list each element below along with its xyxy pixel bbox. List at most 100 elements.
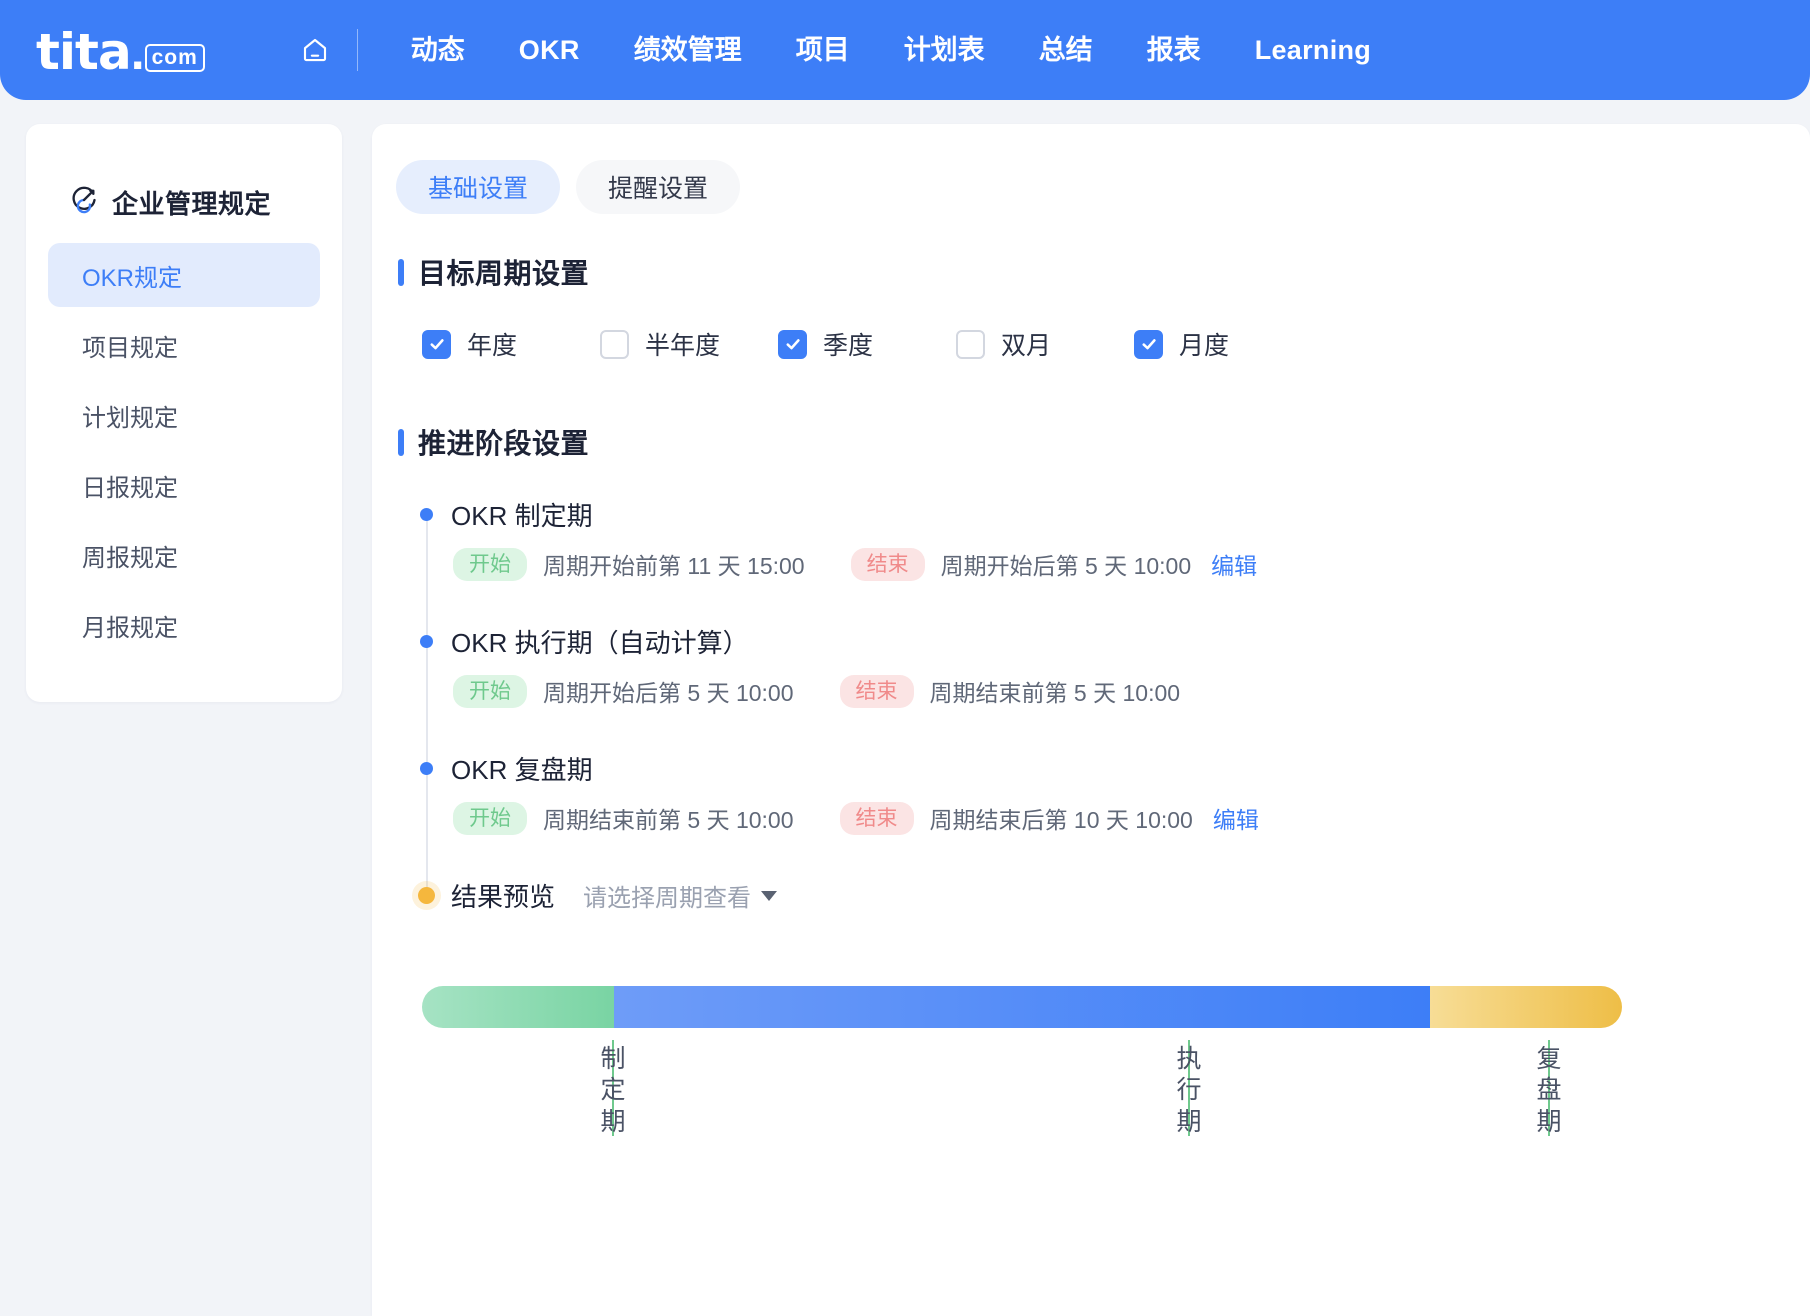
preview-header: 结果预览 请选择周期查看 <box>418 877 1810 914</box>
timeline-dot-current-icon <box>418 887 435 904</box>
phase-name: OKR 执行期（自动计算） <box>451 628 749 658</box>
settings-tab-list: 基础设置 提醒设置 <box>372 160 1810 214</box>
status-badge-end: 结束 <box>839 674 914 708</box>
tab-label: 基础设置 <box>428 175 529 203</box>
gantt-segment-execution <box>614 986 1430 1028</box>
phase-header: OKR 复盘期 <box>420 750 1810 787</box>
gantt-label-row: 制定期 执行期 复盘期 <box>422 1040 1622 1154</box>
gantt-label-text: 复盘期 <box>1536 1045 1562 1136</box>
sidebar-item-monthly-report[interactable]: 月报规定 <box>48 593 320 657</box>
gantt-label-planning: 制定期 <box>590 1040 636 1138</box>
nav-item-summary[interactable]: 总结 <box>1012 36 1120 64</box>
status-badge-end: 结束 <box>839 801 914 835</box>
page-title: 企业管理规定 <box>112 189 272 219</box>
phase-end-text: 周期开始后第 5 天 10:00 <box>940 553 1192 579</box>
chevron-down-icon <box>761 890 778 901</box>
cycle-select-dropdown[interactable]: 请选择周期查看 <box>583 878 778 913</box>
page-body: 企业管理规定 OKR规定 项目规定 计划规定 日报规定 周报规定 月报规定 基础… <box>0 100 1810 1316</box>
tab-basic-settings[interactable]: 基础设置 <box>396 160 561 214</box>
sidebar-header: 企业管理规定 <box>48 184 320 221</box>
gantt-label-text: 制定期 <box>600 1045 626 1136</box>
phase-timeline: OKR 制定期 开始 周期开始前第 11 天 15:00 结束 周期开始后第 5… <box>372 496 1810 914</box>
timeline-dot-icon <box>420 508 433 521</box>
phase-header: OKR 执行期（自动计算） <box>420 623 1810 660</box>
sidebar-item-label: 项目规定 <box>82 334 178 362</box>
gantt-label-text: 执行期 <box>1176 1045 1202 1136</box>
nav-divider <box>356 29 358 71</box>
sidebar-item-label: 日报规定 <box>82 474 178 502</box>
preview-gantt-chart: 制定期 执行期 复盘期 <box>372 986 1810 1154</box>
checkbox-half-yearly[interactable] <box>600 329 629 359</box>
timeline-dot-icon <box>420 762 433 775</box>
nav-item-performance[interactable]: 绩效管理 <box>607 36 769 64</box>
phase-section-title: 推进阶段设置 <box>418 428 590 459</box>
phase-section-header: 推进阶段设置 <box>372 422 1810 462</box>
phase-start-text: 周期开始后第 5 天 10:00 <box>543 680 794 706</box>
preview-title: 结果预览 <box>451 882 556 912</box>
gantt-label-review: 复盘期 <box>1526 1040 1572 1138</box>
nav-item-okr[interactable]: OKR <box>492 36 607 64</box>
phase-item-review: OKR 复盘期 开始 周期结束前第 5 天 10:00 结束 周期结束后第 10… <box>420 750 1810 835</box>
section-accent-bar <box>398 258 404 286</box>
phase-detail-row: 开始 周期结束前第 5 天 10:00 结束 周期结束后第 10 天 10:00… <box>422 801 1810 835</box>
checkbox-quarterly[interactable] <box>778 329 807 359</box>
cycle-option-label: 半年度 <box>645 332 721 360</box>
cycle-option-monthly[interactable]: 月度 <box>1134 326 1312 362</box>
sidebar-item-plan[interactable]: 计划规定 <box>48 383 320 447</box>
cycle-options-row: 年度 半年度 季度 双月 月度 <box>372 326 1810 362</box>
tita-logo[interactable]: tita . com <box>36 19 205 77</box>
logo-wordmark: tita <box>36 23 132 81</box>
nav-item-dongtai[interactable]: 动态 <box>384 36 492 64</box>
checkbox-monthly[interactable] <box>1134 329 1163 359</box>
status-badge-start: 开始 <box>453 801 527 835</box>
cycle-option-bimonthly[interactable]: 双月 <box>956 326 1134 362</box>
edit-link[interactable]: 编辑 <box>1213 801 1259 835</box>
sidebar-item-weekly-report[interactable]: 周报规定 <box>48 523 320 587</box>
checkbox-yearly[interactable] <box>422 329 451 359</box>
logo-com-badge: com <box>144 44 205 72</box>
cycle-option-yearly[interactable]: 年度 <box>422 326 600 362</box>
cycle-select-placeholder: 请选择周期查看 <box>583 885 752 912</box>
cycle-option-label: 双月 <box>1001 332 1052 360</box>
cycle-option-quarterly[interactable]: 季度 <box>778 326 956 362</box>
nav-item-plan[interactable]: 计划表 <box>877 36 1012 64</box>
gantt-segment-review <box>1430 986 1622 1028</box>
cycle-option-label: 季度 <box>823 332 874 360</box>
gantt-bar <box>422 986 1622 1028</box>
target-gauge-icon <box>70 186 98 219</box>
sidebar-item-label: 月报规定 <box>82 614 178 642</box>
tab-reminder-settings[interactable]: 提醒设置 <box>576 160 741 214</box>
nav-item-report[interactable]: 报表 <box>1120 36 1228 64</box>
phase-name: OKR 制定期 <box>451 501 593 531</box>
sidebar-item-project[interactable]: 项目规定 <box>48 313 320 377</box>
checkbox-bimonthly[interactable] <box>956 329 985 359</box>
gantt-label-execution: 执行期 <box>1166 1040 1212 1138</box>
phase-start-text: 周期开始前第 11 天 15:00 <box>543 553 805 579</box>
sidebar-item-okr[interactable]: OKR规定 <box>48 243 320 307</box>
phase-name: OKR 复盘期 <box>451 755 593 785</box>
phase-detail-row: 开始 周期开始后第 5 天 10:00 结束 周期结束前第 5 天 10:00 <box>422 674 1810 708</box>
phase-end-text: 周期结束前第 5 天 10:00 <box>929 680 1181 706</box>
nav-item-project[interactable]: 项目 <box>769 36 877 64</box>
status-badge-start: 开始 <box>453 674 527 708</box>
nav-item-list: 动态 OKR 绩效管理 项目 计划表 总结 报表 Learning <box>384 36 1398 64</box>
phase-item-execution: OKR 执行期（自动计算） 开始 周期开始后第 5 天 10:00 结束 周期结… <box>420 623 1810 708</box>
gantt-segment-planning <box>422 986 614 1028</box>
edit-link[interactable]: 编辑 <box>1211 547 1257 581</box>
home-icon[interactable] <box>295 30 335 70</box>
cycle-option-half-yearly[interactable]: 半年度 <box>600 326 778 362</box>
status-badge-end: 结束 <box>850 547 925 581</box>
top-navigation-bar: tita . com 动态 OKR 绩效管理 项目 计划表 总结 报表 Lear… <box>0 0 1810 100</box>
phase-item-planning: OKR 制定期 开始 周期开始前第 11 天 15:00 结束 周期开始后第 5… <box>420 496 1810 581</box>
cycle-option-label: 年度 <box>467 332 518 360</box>
phase-end-text: 周期结束后第 10 天 10:00 <box>929 807 1193 833</box>
logo-dot: . <box>130 24 145 80</box>
main-content-card: 基础设置 提醒设置 目标周期设置 年度 半年度 季度 双月 月度 推进阶段设置 … <box>372 124 1810 1316</box>
sidebar-item-daily-report[interactable]: 日报规定 <box>48 453 320 517</box>
cycle-section-header: 目标周期设置 <box>372 252 1810 292</box>
cycle-section-title: 目标周期设置 <box>418 258 590 289</box>
timeline-dot-icon <box>420 635 433 648</box>
sidebar-item-label: OKR规定 <box>82 264 183 292</box>
nav-item-learning[interactable]: Learning <box>1228 36 1398 64</box>
cycle-option-label: 月度 <box>1179 332 1230 360</box>
